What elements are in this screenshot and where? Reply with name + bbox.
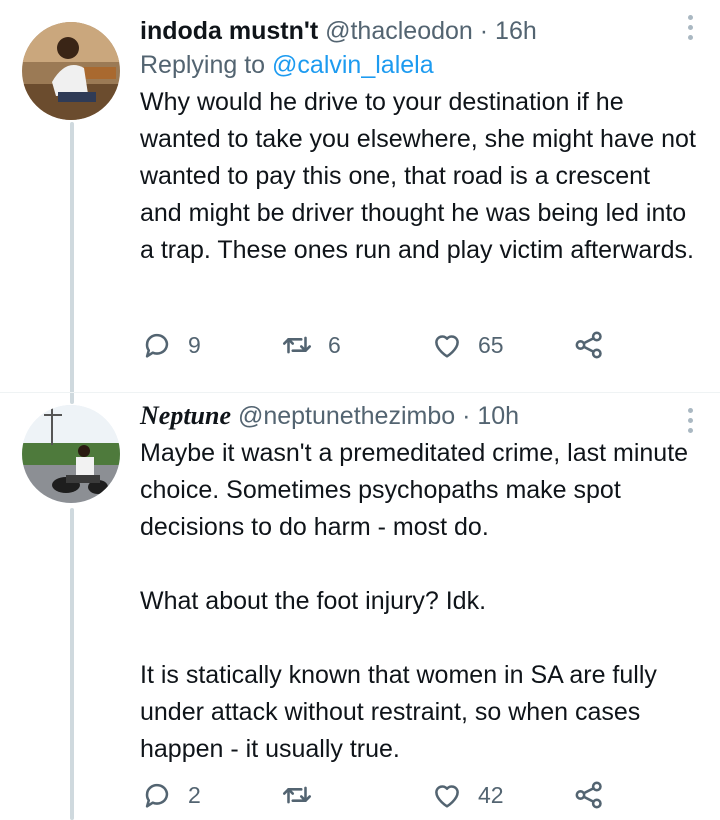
timestamp[interactable]: · 10h [462, 402, 519, 430]
handle[interactable]: @thacleodon [325, 17, 473, 45]
retweet-button[interactable]: 6 [280, 328, 341, 362]
tweet-2[interactable]: Neptune @neptunethezimbo · 10h Maybe it … [0, 393, 720, 820]
replying-to: Replying to @calvin_lalela [140, 48, 698, 82]
replying-prefix: Replying to [140, 51, 266, 79]
like-count: 42 [478, 781, 504, 808]
reply-icon [145, 333, 169, 358]
retweet-icon [282, 336, 312, 354]
share-icon [575, 781, 602, 809]
tweet-text: Why would he drive to your destination i… [140, 84, 698, 269]
reply-count: 9 [188, 331, 201, 358]
share-icon [575, 331, 602, 359]
reply-button[interactable]: 2 [140, 778, 201, 812]
reply-icon [145, 783, 169, 808]
tweet-paragraph: Maybe it wasn't a premeditated crime, la… [140, 439, 689, 541]
display-name[interactable]: Neptune [140, 401, 231, 430]
reply-count: 2 [188, 781, 201, 808]
tweet-header: indoda mustn't @thacleodon · 16h [140, 14, 698, 48]
tweet-paragraph: It is statically known that women in SA … [140, 661, 657, 763]
tweet-text: Maybe it wasn't a premeditated crime, la… [140, 435, 698, 768]
display-name[interactable]: indoda mustn't [140, 17, 318, 45]
share-button[interactable] [572, 328, 606, 362]
like-icon [435, 785, 459, 808]
tweet-paragraph: Why would he drive to your destination i… [140, 88, 696, 264]
avatar[interactable] [22, 405, 120, 503]
share-button[interactable] [572, 778, 606, 812]
retweet-button[interactable] [280, 778, 328, 812]
retweet-count: 6 [328, 331, 341, 358]
reply-button[interactable]: 9 [140, 328, 201, 362]
tweet-header: Neptune @neptunethezimbo · 10h [140, 399, 698, 433]
action-bar: 2 42 [140, 778, 620, 818]
mention-link[interactable]: @calvin_lalela [272, 51, 434, 79]
like-button[interactable]: 65 [430, 328, 504, 362]
avatar[interactable] [22, 22, 120, 120]
like-icon [435, 335, 459, 358]
retweet-icon [282, 786, 312, 804]
tweet-paragraph: What about the foot injury? Idk. [140, 587, 487, 615]
handle[interactable]: @neptunethezimbo [238, 402, 455, 430]
like-button[interactable]: 42 [430, 778, 504, 812]
timestamp[interactable]: · 16h [480, 17, 537, 45]
action-bar: 9 6 65 [140, 328, 620, 368]
tweet-1[interactable]: indoda mustn't @thacleodon · 16h Replyin… [0, 0, 720, 395]
like-count: 65 [478, 331, 504, 358]
